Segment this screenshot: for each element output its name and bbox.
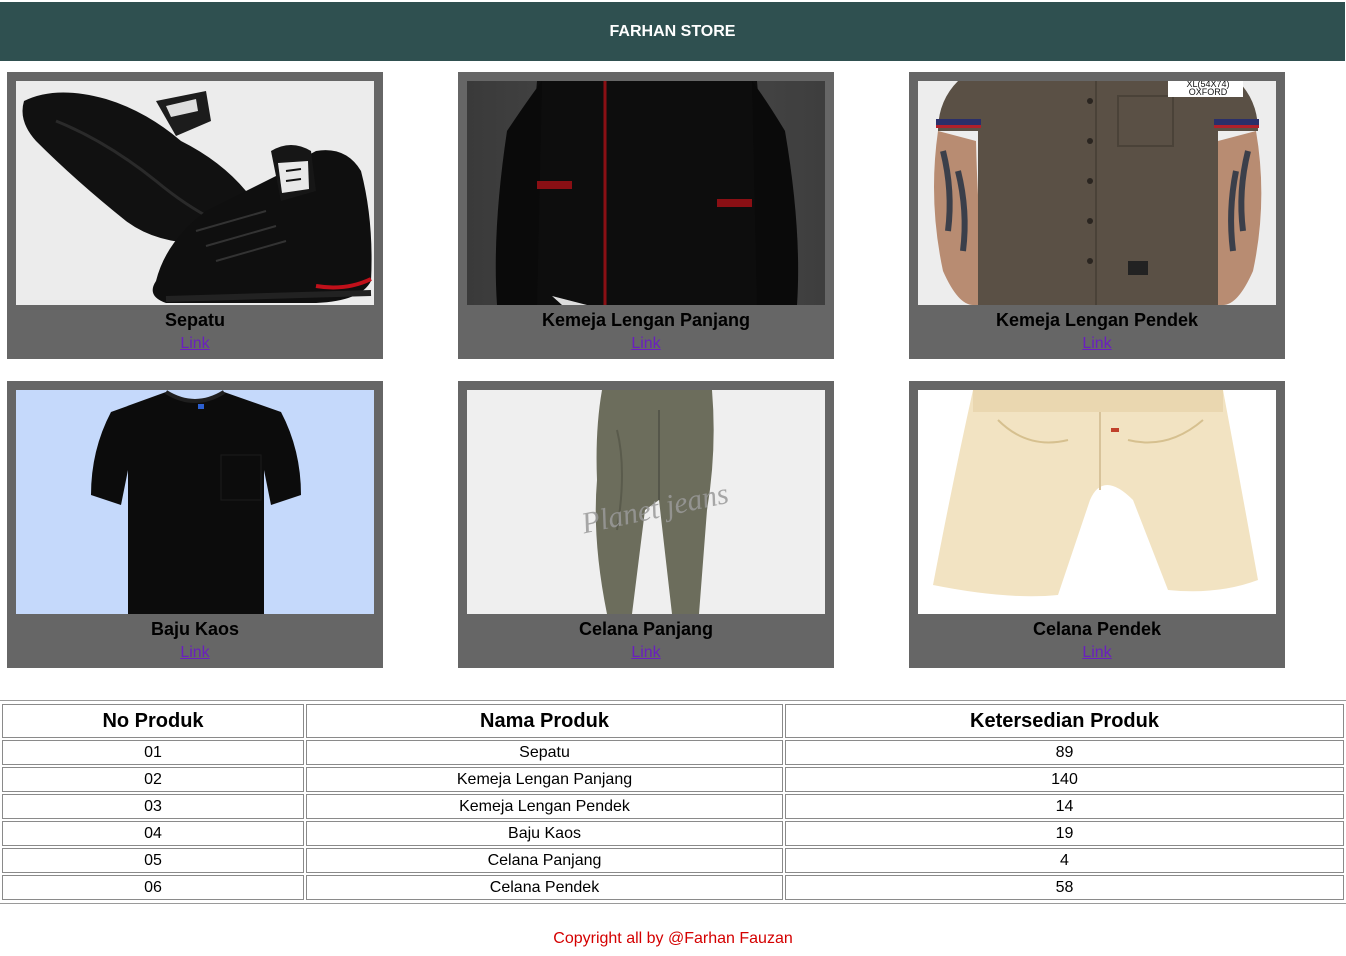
table-row: 04 Baju Kaos 19 (2, 821, 1344, 846)
product-card-celana-panjang: Planet jeans Celana Panjang Link (458, 381, 834, 668)
table-cell: 14 (785, 794, 1344, 819)
column-header: Ketersedian Produk (785, 704, 1344, 738)
product-link[interactable]: Link (16, 643, 374, 663)
product-link[interactable]: Link (467, 643, 825, 663)
table-row: 05 Celana Panjang 4 (2, 848, 1344, 873)
stock-table-section: No Produk Nama Produk Ketersedian Produk… (0, 700, 1346, 904)
column-header: No Produk (2, 704, 304, 738)
product-card-sepatu: Sepatu Link (7, 72, 383, 359)
site-header: FARHAN STORE (0, 2, 1345, 61)
table-row: 01 Sepatu 89 (2, 740, 1344, 765)
stock-table: No Produk Nama Produk Ketersedian Produk… (0, 702, 1346, 902)
product-name: Celana Pendek (1032, 619, 1162, 639)
product-image-kemeja-lengan-panjang (467, 81, 825, 305)
table-cell: 58 (785, 875, 1344, 900)
product-name: Baju Kaos (150, 619, 240, 639)
table-row: 02 Kemeja Lengan Panjang 140 (2, 767, 1344, 792)
store-title: FARHAN STORE (609, 22, 736, 40)
table-cell: 02 (2, 767, 304, 792)
product-name: Sepatu (164, 310, 225, 330)
oxford-label: OXFORD (1189, 87, 1228, 97)
table-cell: Sepatu (306, 740, 783, 765)
product-image-sepatu (16, 81, 374, 305)
product-link[interactable]: Link (918, 643, 1276, 663)
table-cell: 05 (2, 848, 304, 873)
product-image-celana-panjang: Planet jeans (467, 390, 825, 614)
table-cell: 4 (785, 848, 1344, 873)
product-link[interactable]: Link (467, 334, 825, 354)
product-name: Kemeja Lengan Panjang (541, 310, 751, 330)
table-cell: Celana Pendek (306, 875, 783, 900)
table-cell: 140 (785, 767, 1344, 792)
product-card-baju-kaos: Baju Kaos Link (7, 381, 383, 668)
table-cell: Baju Kaos (306, 821, 783, 846)
table-header-row: No Produk Nama Produk Ketersedian Produk (2, 704, 1344, 738)
table-cell: 89 (785, 740, 1344, 765)
table-cell: 06 (2, 875, 304, 900)
column-header: Nama Produk (306, 704, 783, 738)
table-cell: 01 (2, 740, 304, 765)
product-name: Kemeja Lengan Pendek (995, 310, 1199, 330)
product-card-kemeja-lengan-panjang: Kemeja Lengan Panjang Link (458, 72, 834, 359)
table-row: 06 Celana Pendek 58 (2, 875, 1344, 900)
product-link[interactable]: Link (16, 334, 374, 354)
product-name: Celana Panjang (578, 619, 714, 639)
product-link[interactable]: Link (918, 334, 1276, 354)
table-cell: Kemeja Lengan Pendek (306, 794, 783, 819)
product-image-celana-pendek (918, 390, 1276, 614)
table-cell: 03 (2, 794, 304, 819)
table-cell: Celana Panjang (306, 848, 783, 873)
product-card-kemeja-lengan-pendek: XL(54X74) OXFORD Kemeja Lengan Pendek Li… (909, 72, 1285, 359)
table-cell: 19 (785, 821, 1344, 846)
table-row: 03 Kemeja Lengan Pendek 14 (2, 794, 1344, 819)
table-cell: 04 (2, 821, 304, 846)
copyright-footer: Copyright all by @Farhan Fauzan (553, 930, 793, 947)
product-card-celana-pendek: Celana Pendek Link (909, 381, 1285, 668)
product-image-kemeja-lengan-pendek: XL(54X74) OXFORD (918, 81, 1276, 305)
product-image-baju-kaos (16, 390, 374, 614)
table-cell: Kemeja Lengan Panjang (306, 767, 783, 792)
